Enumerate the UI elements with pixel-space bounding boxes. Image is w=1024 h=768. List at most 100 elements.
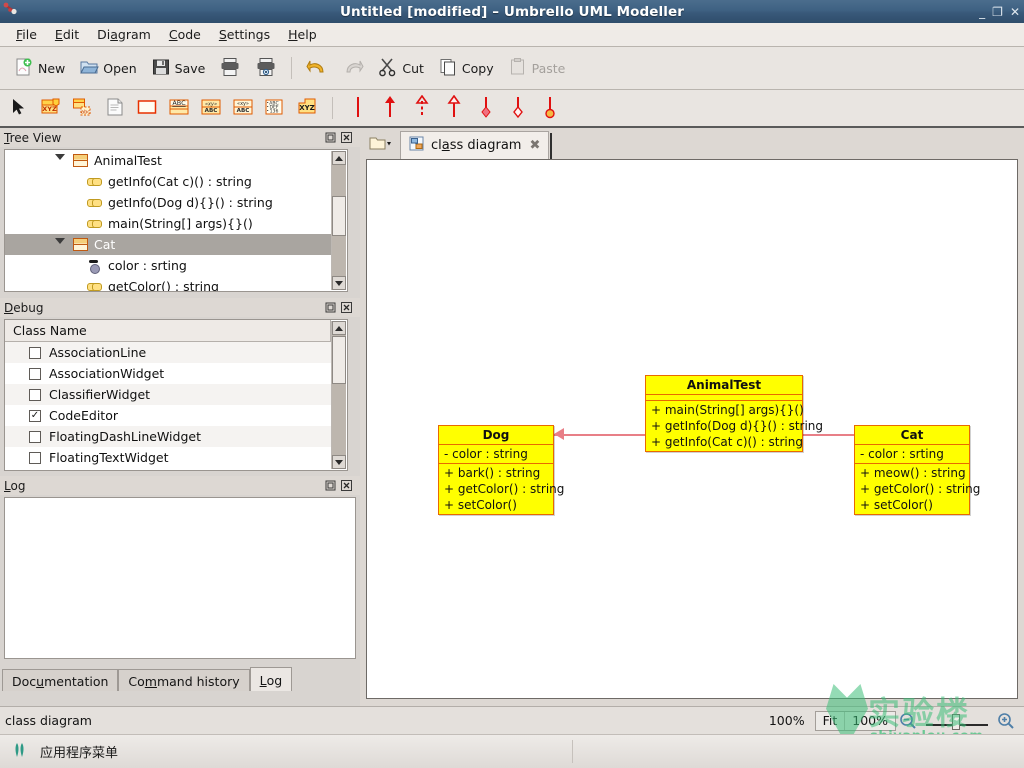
zoom-in-icon[interactable]: [994, 709, 1018, 733]
cut-button-label: Cut: [402, 60, 424, 76]
composition-tool-button[interactable]: [473, 95, 499, 121]
generalization-tool-button[interactable]: [377, 95, 403, 121]
tree-item-getinfo-dog[interactable]: getInfo(Dog d){}() : string: [5, 192, 331, 213]
association-animaltest-dog[interactable]: [554, 434, 645, 436]
new-button[interactable]: New: [8, 54, 71, 83]
uml-class-animaltest[interactable]: AnimalTest + main(String[] args){}() + g…: [645, 375, 823, 452]
log-restore-icon[interactable]: [324, 479, 337, 492]
debug-restore-icon[interactable]: [324, 301, 337, 314]
menu-code[interactable]: Code: [161, 24, 209, 45]
debug-checkbox[interactable]: [29, 388, 41, 401]
aggregation-tool-button[interactable]: [505, 95, 531, 121]
debug-checkbox[interactable]: [29, 430, 41, 443]
tree-view-close-icon[interactable]: [340, 131, 353, 144]
debug-class-list[interactable]: Class Name AssociationLine AssociationWi…: [4, 319, 348, 471]
debug-row[interactable]: ✓ CodeEditor: [5, 405, 331, 426]
tab-command-history[interactable]: Co m mand history: [118, 669, 250, 691]
scroll-up-button[interactable]: [332, 151, 346, 165]
scroll-up-button[interactable]: [332, 321, 346, 335]
tab-log[interactable]: Log: [249, 667, 293, 691]
nested-class-icon: abc: [72, 97, 94, 120]
select-tool-button[interactable]: [6, 95, 32, 121]
print-button[interactable]: [213, 54, 247, 83]
zoom-100-button[interactable]: 100%: [844, 711, 895, 730]
maximize-button[interactable]: ❐: [992, 6, 1003, 18]
tab-documentation[interactable]: Doc u mentation: [2, 669, 119, 691]
datatype-tool-button[interactable]: «xy» ABC: [198, 95, 224, 121]
tree-view-restore-icon[interactable]: [324, 131, 337, 144]
copy-button[interactable]: Copy: [432, 54, 500, 83]
menu-settings[interactable]: Settings: [211, 24, 278, 45]
tab-close-icon[interactable]: ✖: [529, 138, 540, 153]
realization-tool-button[interactable]: [441, 94, 467, 121]
package-tool-button[interactable]: ABC DEF 136: [262, 95, 288, 121]
tree-item-animaltest[interactable]: AnimalTest: [5, 150, 331, 171]
tree-item-label: color : srting: [108, 258, 187, 273]
scroll-down-button[interactable]: [332, 455, 346, 469]
save-button[interactable]: Save: [145, 54, 212, 83]
note-tool-button[interactable]: [102, 95, 128, 121]
debug-checkbox[interactable]: [29, 367, 41, 380]
class-tool-button[interactable]: XYZ: [38, 95, 64, 121]
uml-class-dog[interactable]: Dog - color : string + bark() : string +…: [438, 425, 564, 515]
paste-button[interactable]: Paste: [502, 54, 572, 83]
box-tool-button[interactable]: [134, 95, 160, 121]
tree-item-label: getInfo(Cat c)() : string: [108, 174, 252, 189]
menu-edit[interactable]: Edit: [47, 24, 87, 45]
tree-item-color[interactable]: color : srting: [5, 255, 331, 276]
containment-tool-button[interactable]: [537, 95, 563, 121]
new-button-label: New: [38, 60, 66, 76]
interface-tool-button[interactable]: ABC: [166, 95, 192, 121]
redo-button[interactable]: [336, 54, 370, 83]
debug-checkbox[interactable]: [29, 346, 41, 359]
print-preview-button[interactable]: [249, 54, 283, 83]
debug-scrollbar[interactable]: [331, 321, 346, 469]
menu-help[interactable]: Help: [280, 24, 325, 45]
zoom-slider[interactable]: [926, 711, 988, 731]
tab-list-button[interactable]: [364, 132, 398, 156]
uml-attributes-section: - color : srting: [855, 445, 969, 463]
scroll-down-button[interactable]: [332, 276, 346, 290]
association-tool-button[interactable]: [345, 95, 371, 121]
tree-view-scrollbar[interactable]: [331, 151, 346, 290]
expander-icon[interactable]: [51, 238, 69, 244]
enum-tool-button[interactable]: «xy» ABC: [230, 95, 256, 121]
tree-item-cat[interactable]: Cat: [5, 234, 331, 255]
debug-row[interactable]: FloatingTextWidget: [5, 447, 331, 468]
debug-row[interactable]: AssociationWidget: [5, 363, 331, 384]
actor-tool-button[interactable]: XYZ: [294, 95, 320, 121]
minimize-button[interactable]: _: [979, 6, 985, 18]
log-close-icon[interactable]: [340, 479, 353, 492]
application-menu-button[interactable]: 应用程序菜单: [0, 741, 118, 763]
tree-item-main[interactable]: main(String[] args){}(): [5, 213, 331, 234]
fit-button[interactable]: Fit: [816, 712, 845, 730]
debug-row[interactable]: FloatingDashLineWidget: [5, 426, 331, 447]
zoom-out-icon[interactable]: [896, 709, 920, 733]
cut-button[interactable]: Cut: [372, 54, 430, 83]
tree-view-list[interactable]: AnimalTest getInfo(Cat c)() : string get…: [4, 149, 348, 292]
debug-checkbox[interactable]: ✓: [29, 409, 41, 422]
close-button[interactable]: ✕: [1010, 6, 1020, 18]
tree-item-getcolor[interactable]: getColor() : string: [5, 276, 331, 291]
menu-diagram[interactable]: Diagram: [89, 24, 159, 45]
nested-class-tool-button[interactable]: abc: [70, 95, 96, 121]
uml-class-cat[interactable]: Cat - color : srting + meow() : string +…: [854, 425, 980, 515]
debug-column-header[interactable]: Class Name: [5, 320, 331, 342]
scroll-thumb[interactable]: [332, 196, 346, 236]
tree-item-getinfo-cat[interactable]: getInfo(Cat c)() : string: [5, 171, 331, 192]
undo-button[interactable]: [300, 54, 334, 83]
tab-class-diagram[interactable]: class diagram ✖: [400, 131, 550, 159]
debug-row[interactable]: AssociationLine: [5, 342, 331, 363]
scroll-thumb[interactable]: [332, 336, 346, 384]
debug-close-icon[interactable]: [340, 301, 353, 314]
dependency-tool-button[interactable]: [409, 94, 435, 121]
tree-item-label: getInfo(Dog d){}() : string: [108, 195, 273, 210]
open-button[interactable]: Open: [73, 54, 142, 83]
window-controls: _ ❐ ✕: [979, 0, 1020, 23]
uml-canvas[interactable]: AnimalTest + main(String[] args){}() + g…: [366, 159, 1018, 699]
menu-file[interactable]: FFileile: [8, 24, 45, 45]
debug-row[interactable]: ClassifierWidget: [5, 384, 331, 405]
debug-checkbox[interactable]: [29, 451, 41, 464]
expander-icon[interactable]: [51, 154, 69, 160]
log-output[interactable]: [4, 497, 356, 659]
